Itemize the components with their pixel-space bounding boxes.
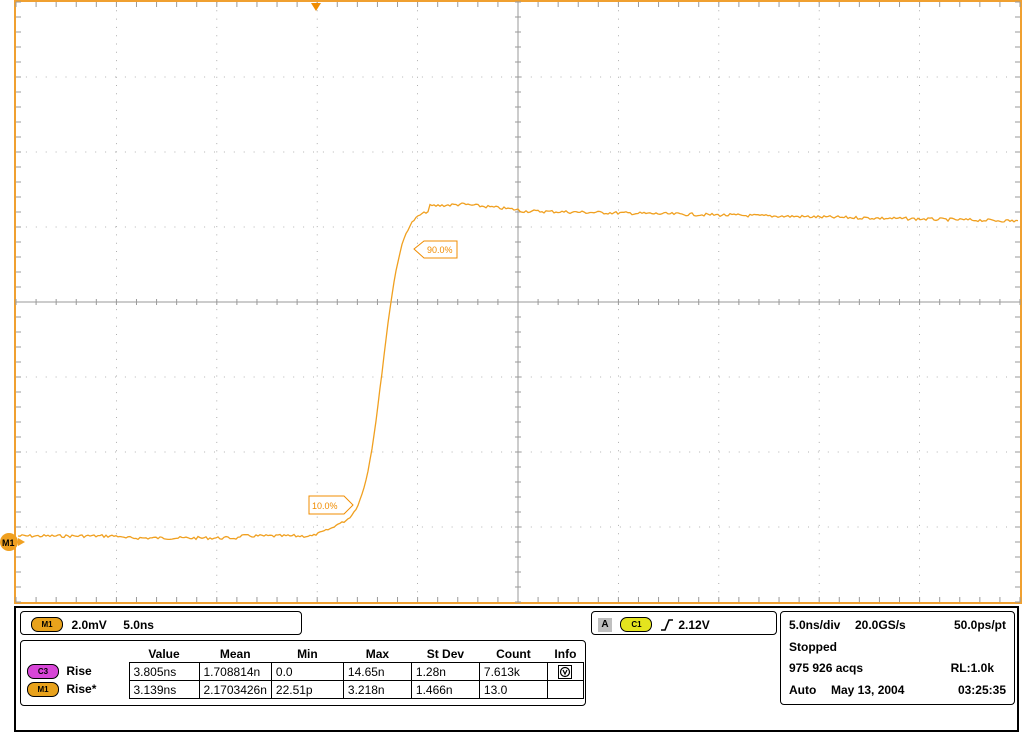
channel-c3-badge: C3 — [27, 664, 59, 680]
measurement-count: 7.613k — [478, 662, 548, 681]
info-icon[interactable] — [558, 664, 573, 679]
timebase: 5.0ns — [123, 618, 154, 632]
waveform-display[interactable]: 90.0% 10.0% M1 — [0, 0, 1024, 604]
acquisition-count: 975 926 acqs — [789, 661, 864, 675]
measurement-info-cell[interactable] — [546, 680, 584, 699]
date: May 13, 2004 — [831, 683, 905, 697]
measurement-name: Rise — [66, 663, 92, 678]
trigger-level: 2.12V — [678, 618, 710, 632]
header-max: Max — [365, 646, 390, 661]
measurement-max: 3.218n — [342, 680, 412, 699]
header-value: Value — [148, 646, 180, 661]
svg-text:M1: M1 — [2, 538, 15, 548]
vertical-scale: 2.0mV — [71, 618, 107, 632]
sample-rate: 20.0GS/s — [855, 618, 906, 632]
annotation-90-percent: 90.0% — [413, 240, 458, 259]
measurement-stdev: 1.28n — [410, 662, 480, 681]
time: 03:25:35 — [957, 683, 1006, 697]
measurement-min: 0.0 — [270, 662, 344, 681]
measurement-panel[interactable]: Value Mean Min Max St Dev Count Info C3 … — [20, 640, 586, 706]
header-stdev: St Dev — [426, 646, 465, 661]
measurement-count: 13.0 — [478, 680, 548, 699]
measurement-mean: 1.708814n — [198, 662, 272, 681]
rising-edge-icon — [660, 618, 673, 631]
acquisition-state: Stopped — [789, 640, 837, 654]
measurement-name: Rise* — [66, 681, 97, 696]
header-min: Min — [297, 646, 318, 661]
annotation-10-percent: 10.0% — [308, 495, 354, 515]
math-m1-badge: M1 — [31, 617, 63, 633]
header-info: Info — [554, 646, 577, 661]
resolution: 50.0ps/pt — [953, 618, 1006, 632]
horizontal-scale: 5.0ns/div — [789, 618, 841, 632]
header-mean: Mean — [219, 646, 251, 661]
measurement-row[interactable]: M1 Rise* 3.139ns 2.1703426n 22.51p 3.218… — [23, 680, 584, 699]
acquisition-status-box[interactable]: 5.0ns/div 20.0GS/s 50.0ps/pt Stopped 975… — [780, 611, 1015, 705]
measurement-value: 3.139ns — [128, 680, 200, 699]
math-m1-badge: M1 — [27, 682, 59, 698]
trigger-settings-box[interactable]: A C1 2.12V — [591, 611, 777, 635]
measurement-info-cell[interactable] — [546, 662, 584, 681]
measurement-value: 3.805ns — [128, 662, 200, 681]
vertical-settings-box[interactable]: M1 2.0mV 5.0ns — [20, 611, 302, 635]
measurement-row[interactable]: C3 Rise 3.805ns 1.708814n 0.0 14.65n 1.2… — [23, 662, 584, 681]
record-length: RL:1.0k — [950, 661, 994, 675]
measurement-max: 14.65n — [342, 662, 412, 681]
svg-text:10.0%: 10.0% — [312, 501, 338, 511]
measurement-table: Value Mean Min Max St Dev Count Info C3 … — [23, 645, 584, 699]
measurement-stdev: 1.466n — [410, 680, 480, 699]
header-count: Count — [496, 646, 531, 661]
trigger-mode: Auto — [789, 683, 817, 697]
trigger-a-label: A — [598, 617, 612, 632]
measurement-header-row: Value Mean Min Max St Dev Count Info — [23, 645, 583, 663]
measurement-mean: 2.1703426n — [198, 680, 272, 699]
svg-text:90.0%: 90.0% — [427, 245, 453, 255]
measurement-min: 22.51p — [270, 680, 344, 699]
channel-c1-badge: C1 — [620, 617, 653, 633]
